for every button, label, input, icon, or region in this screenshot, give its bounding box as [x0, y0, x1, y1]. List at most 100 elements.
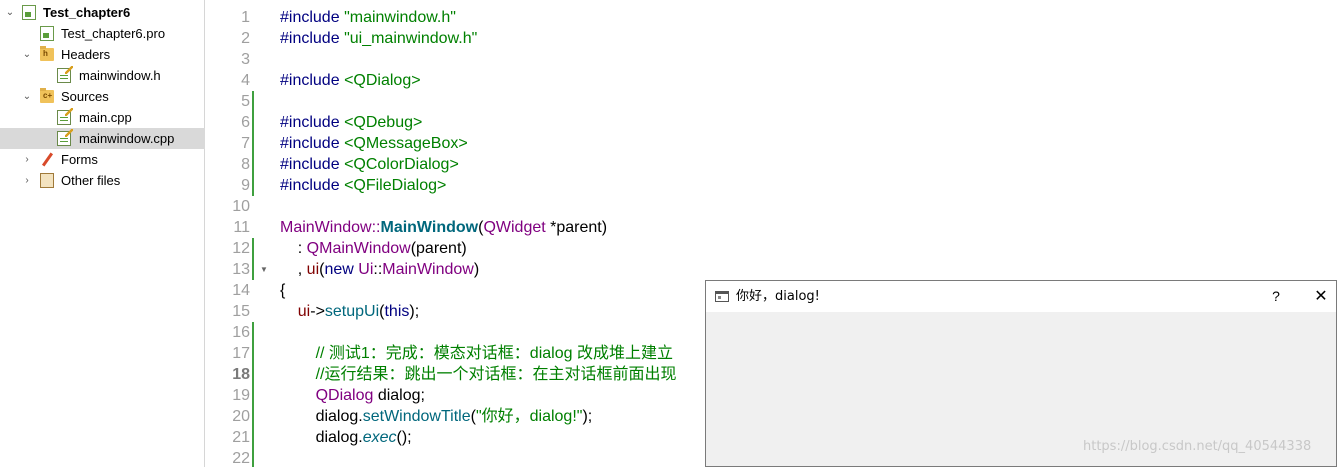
code-line-1[interactable]: #include "mainwindow.h" [280, 7, 456, 28]
code-token: "mainwindow.h" [344, 9, 456, 26]
tree-label-sources: Sources [61, 89, 109, 104]
code-line-21[interactable]: dialog.exec(); [280, 427, 412, 448]
line-number: 12 [232, 240, 250, 257]
tree-label-main-cpp: main.cpp [79, 110, 132, 125]
source-file-icon [57, 129, 73, 146]
dialog-title: 你好，dialog! [736, 289, 820, 304]
tree-item-mainwindow-h[interactable]: mainwindow.h [0, 65, 205, 86]
dialog-titlebar[interactable]: 你好，dialog! ? ✕ [706, 281, 1336, 312]
line-number: 11 [233, 219, 250, 236]
code-token: dialog; [373, 387, 425, 404]
code-token: <QFileDialog> [344, 177, 447, 194]
expand-arrow-icon[interactable]: › [21, 149, 33, 170]
tree-item-other-files[interactable]: › Other files [0, 170, 205, 191]
code-token: ui [306, 261, 320, 278]
help-button[interactable]: ? [1261, 281, 1291, 312]
line-number: 2 [241, 30, 250, 47]
tree-label-mainwindow-h: mainwindow.h [79, 68, 161, 83]
project-tree[interactable]: ⌄ Test_chapter6 Test_chapter6.pro ⌄ h He… [0, 0, 205, 467]
code-line-18[interactable]: //运行结果：跳出一个对话框：在主对话框前面出现 [280, 364, 677, 385]
tree-label-project: Test_chapter6 [43, 5, 131, 20]
code-token: "你好，dialog!" [475, 408, 583, 425]
change-marker [252, 238, 254, 280]
collapse-arrow-icon[interactable]: ⌄ [21, 44, 33, 65]
tree-label-headers: Headers [61, 47, 111, 62]
expand-arrow-icon[interactable]: › [21, 170, 33, 191]
code-token: (); [396, 429, 412, 446]
line-number: 10 [232, 198, 250, 215]
code-line-8[interactable]: #include <QColorDialog> [280, 154, 459, 175]
code-token: setupUi [324, 303, 380, 320]
code-line-7[interactable]: #include <QMessageBox> [280, 133, 468, 154]
code-line-17[interactable]: // 测试1：完成：模态对话框：dialog 改成堆上建立 [280, 343, 673, 364]
tree-label-forms: Forms [61, 152, 98, 167]
sources-folder-icon: c+ [40, 88, 54, 103]
code-line-4[interactable]: #include <QDialog> [280, 70, 421, 91]
line-number: 4 [241, 72, 250, 89]
line-number: 16 [232, 324, 250, 341]
code-line-2[interactable]: #include "ui_mainwindow.h" [280, 28, 477, 49]
code-token: : [280, 240, 307, 257]
code-line-14[interactable]: { [280, 280, 285, 301]
code-line-19[interactable]: QDialog dialog; [280, 385, 425, 406]
line-number: 7 [241, 135, 250, 152]
tree-label-pro-file: Test_chapter6.pro [61, 26, 166, 41]
tree-item-forms[interactable]: › Forms [0, 149, 205, 170]
header-file-icon [57, 66, 73, 83]
line-number: 1 [241, 9, 250, 26]
line-number: 13 [232, 261, 250, 278]
forms-icon [40, 152, 54, 167]
line-number: 6 [241, 114, 250, 131]
code-line-6[interactable]: #include <QDebug> [280, 112, 422, 133]
code-token: <QDialog> [344, 72, 421, 89]
window-icon [715, 291, 729, 302]
change-marker [252, 91, 254, 196]
tree-item-pro-file[interactable]: Test_chapter6.pro [0, 23, 205, 44]
code-line-20[interactable]: dialog.setWindowTitle("你好，dialog!"); [280, 406, 593, 427]
code-token: exec [362, 429, 397, 446]
code-token: QDialog [315, 387, 374, 404]
tree-item-main-cpp[interactable]: main.cpp [0, 107, 205, 128]
fold-arrow-icon[interactable]: ▼ [260, 259, 268, 280]
code-line-13[interactable]: , ui(new Ui::MainWindow) [280, 259, 479, 280]
code-line-11[interactable]: MainWindow::MainWindow(QWidget *parent) [280, 217, 607, 238]
code-token: #include [280, 177, 340, 194]
headers-folder-icon: h [40, 46, 54, 61]
collapse-arrow-icon[interactable]: ⌄ [4, 2, 16, 23]
other-files-icon [40, 173, 54, 188]
close-button[interactable]: ✕ [1306, 281, 1336, 312]
code-token: setWindowTitle [362, 408, 471, 425]
code-token: new [324, 261, 354, 278]
line-number: 5 [241, 93, 250, 110]
code-token: MainWindow [280, 219, 372, 236]
tree-item-mainwindow-cpp[interactable]: mainwindow.cpp [0, 128, 205, 149]
code-token: <QColorDialog> [344, 156, 459, 173]
tree-item-headers[interactable]: ⌄ h Headers [0, 44, 205, 65]
code-token: #include [280, 135, 340, 152]
line-number-gutter: 1 2 3 4 5 6 7 8 9 10 11 12 13 14 15 16 1… [206, 0, 272, 467]
code-token: ); [582, 408, 593, 425]
line-number: 21 [232, 429, 250, 446]
code-line-9[interactable]: #include <QFileDialog> [280, 175, 446, 196]
tree-label-other-files: Other files [61, 173, 121, 188]
code-line-15[interactable]: ui->setupUi(this); [280, 301, 419, 322]
line-number: 8 [241, 156, 250, 173]
tree-item-project[interactable]: ⌄ Test_chapter6 [0, 2, 205, 23]
code-token: (parent) [410, 240, 467, 257]
code-token: QWidget [483, 219, 546, 236]
tree-item-sources[interactable]: ⌄ c+ Sources [0, 86, 205, 107]
code-line-12[interactable]: : QMainWindow(parent) [280, 238, 467, 259]
source-file-icon [57, 108, 73, 125]
line-number: 14 [232, 282, 250, 299]
change-marker [252, 322, 254, 467]
tree-label-mainwindow-cpp: mainwindow.cpp [79, 131, 175, 146]
code-token: MainWindow [380, 219, 479, 236]
collapse-arrow-icon[interactable]: ⌄ [21, 86, 33, 107]
line-number-current: 18 [232, 366, 250, 383]
code-token: #include [280, 156, 340, 173]
code-token: "ui_mainwindow.h" [344, 30, 478, 47]
code-token: #include [280, 9, 340, 26]
project-icon [22, 5, 36, 20]
code-token: *parent) [545, 219, 608, 236]
code-token: <QDebug> [344, 114, 423, 131]
